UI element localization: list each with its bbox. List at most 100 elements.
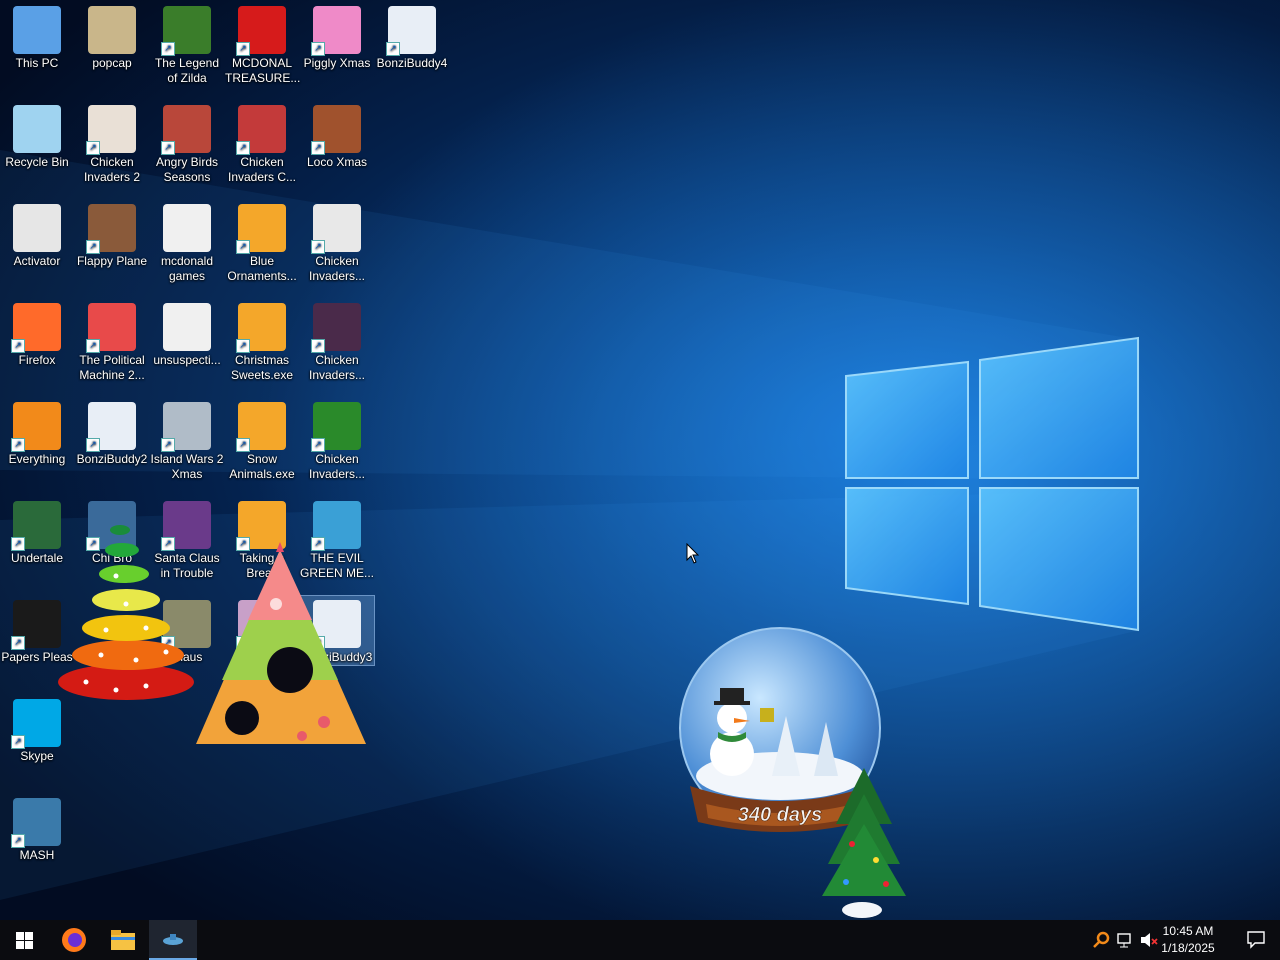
- shortcut-arrow-icon: ↗: [311, 42, 325, 56]
- search-everything-tray-icon[interactable]: [1092, 931, 1110, 949]
- icon-angry-birds-seasons[interactable]: ↗ Angry Birds Seasons: [150, 101, 224, 185]
- taskbar-firefox[interactable]: [50, 920, 98, 960]
- icon-label: Island Wars 2 Xmas: [150, 452, 224, 481]
- icon-label: Skype: [20, 749, 54, 763]
- icon-label: Recycle Bin: [5, 155, 69, 169]
- icon-label: Snow Animals.exe: [229, 452, 295, 481]
- shortcut-arrow-icon: ↗: [236, 141, 250, 155]
- icon-label: The Political Machine 2...: [79, 353, 145, 382]
- icon-snow-animals[interactable]: ↗ Snow Animals.exe: [225, 398, 299, 482]
- icon-bonzibuddy2[interactable]: ↗ BonziBuddy2: [75, 398, 149, 467]
- icon-label: Chicken Invaders C...: [227, 155, 297, 184]
- popcap-app-icon: [88, 6, 136, 54]
- icon-island-wars-2[interactable]: ↗ Island Wars 2 Xmas: [150, 398, 224, 482]
- chicken-invaders-c-app-icon: ↗: [236, 105, 286, 155]
- countdown-text: 340 days: [738, 804, 823, 826]
- icon-label: Blue Ornaments...: [227, 254, 297, 283]
- icon-everything[interactable]: ↗ Everything: [0, 398, 74, 467]
- shortcut-arrow-icon: ↗: [236, 438, 250, 452]
- everything-app-icon: ↗: [11, 402, 61, 452]
- icon-political-machine[interactable]: ↗ The Political Machine 2...: [75, 299, 149, 383]
- icon-label: Activator: [13, 254, 61, 268]
- shortcut-arrow-icon: ↗: [161, 42, 175, 56]
- shortcut-arrow-icon: ↗: [11, 438, 25, 452]
- icon-label: Firefox: [18, 353, 56, 367]
- icon-label: This PC: [15, 56, 59, 70]
- icon-flappy-plane[interactable]: ↗ Flappy Plane: [75, 200, 149, 269]
- icon-chicken-invaders-2[interactable]: ↗ Chicken Invaders 2: [75, 101, 149, 185]
- icon-bonzibuddy4[interactable]: ↗ BonziBuddy4: [375, 2, 449, 71]
- mcdonal-treasure-app-icon: ↗: [236, 6, 286, 56]
- shortcut-arrow-icon: ↗: [11, 834, 25, 848]
- network-icon[interactable]: [1116, 932, 1134, 948]
- icon-activator[interactable]: Activator: [0, 200, 74, 269]
- icon-label: BonziBuddy2: [76, 452, 148, 466]
- icon-chicken-invaders-r4c5[interactable]: ↗ Chicken Invaders...: [300, 299, 374, 383]
- activator-app-icon: [13, 204, 61, 252]
- clock-time: 10:45 AM: [1162, 924, 1214, 938]
- taskbar-mash[interactable]: [149, 920, 197, 960]
- icon-label: unsuspecti...: [153, 353, 221, 367]
- icon-label: Piggly Xmas: [303, 56, 371, 70]
- icon-blue-ornaments[interactable]: ↗ Blue Ornaments...: [225, 200, 299, 284]
- icon-loco-xmas[interactable]: ↗ Loco Xmas: [300, 101, 374, 170]
- icon-piggly-xmas[interactable]: ↗ Piggly Xmas: [300, 2, 374, 71]
- taskbar-file-explorer[interactable]: [99, 920, 147, 960]
- shortcut-arrow-icon: ↗: [311, 240, 325, 254]
- icon-label: BonziBuddy4: [376, 56, 448, 70]
- icon-recycle-bin[interactable]: Recycle Bin: [0, 101, 74, 170]
- spiral-christmas-tree-gadget: [58, 525, 194, 700]
- icon-legend-of-zilda[interactable]: ↗ The Legend of Zilda: [150, 2, 224, 86]
- mouse-cursor: [686, 543, 700, 564]
- icon-firefox[interactable]: ↗ Firefox: [0, 299, 74, 368]
- shortcut-arrow-icon: ↗: [386, 42, 400, 56]
- shortcut-arrow-icon: ↗: [161, 438, 175, 452]
- clock-date: 1/18/2025: [1161, 941, 1215, 955]
- icon-label: Loco Xmas: [306, 155, 368, 169]
- action-center-icon[interactable]: [1246, 929, 1266, 949]
- chicken-invaders-r5c5-app-icon: ↗: [311, 402, 361, 452]
- icon-label: mcdonald games: [160, 254, 214, 283]
- shortcut-arrow-icon: ↗: [161, 141, 175, 155]
- christmas-sweets-app-icon: ↗: [236, 303, 286, 353]
- icon-chicken-invaders-r3c5[interactable]: ↗ Chicken Invaders...: [300, 200, 374, 284]
- mash-app-icon: ↗: [11, 798, 61, 848]
- political-machine-app-icon: ↗: [86, 303, 136, 353]
- icon-mash[interactable]: ↗ MASH: [0, 794, 74, 863]
- mash-icon: [163, 934, 183, 945]
- loco-xmas-app-icon: ↗: [311, 105, 361, 155]
- chicken-invaders-2-app-icon: ↗: [86, 105, 136, 155]
- icon-label: Chicken Invaders...: [308, 254, 366, 283]
- shortcut-arrow-icon: ↗: [11, 537, 25, 551]
- icon-this-pc[interactable]: This PC: [0, 2, 74, 71]
- bonzibuddy4-app-icon: ↗: [386, 6, 436, 56]
- icon-unsuspecting[interactable]: unsuspecti...: [150, 299, 224, 368]
- taskbar-clock[interactable]: 10:45 AM 1/18/2025: [1156, 923, 1220, 957]
- icon-label: Chicken Invaders...: [308, 353, 366, 382]
- shortcut-arrow-icon: ↗: [11, 339, 25, 353]
- icon-label: Christmas Sweets.exe: [230, 353, 294, 382]
- icon-label: popcap: [92, 56, 132, 70]
- icon-label: Everything: [8, 452, 66, 466]
- legend-of-zilda-app-icon: ↗: [161, 6, 211, 56]
- snow-animals-app-icon: ↗: [236, 402, 286, 452]
- angry-birds-seasons-app-icon: ↗: [161, 105, 211, 155]
- icon-chicken-invaders-r5c5[interactable]: ↗ Chicken Invaders...: [300, 398, 374, 482]
- icon-popcap[interactable]: popcap: [75, 2, 149, 71]
- folder-icon: [111, 930, 135, 950]
- icon-label: Flappy Plane: [76, 254, 148, 268]
- icon-chicken-invaders-c[interactable]: ↗ Chicken Invaders C...: [225, 101, 299, 185]
- firefox-icon: [62, 928, 86, 952]
- icon-label: MASH: [19, 848, 55, 862]
- icon-mcdonald-games[interactable]: mcdonald games: [150, 200, 224, 284]
- bonzibuddy2-app-icon: ↗: [86, 402, 136, 452]
- icon-christmas-sweets[interactable]: ↗ Christmas Sweets.exe: [225, 299, 299, 383]
- icon-mcdonal-treasure[interactable]: ↗ MCDONAL TREASURE...: [225, 2, 300, 86]
- icon-label: The Legend of Zilda: [154, 56, 220, 85]
- system-tray: [1092, 920, 1158, 960]
- shortcut-arrow-icon: ↗: [86, 240, 100, 254]
- blue-ornaments-app-icon: ↗: [236, 204, 286, 254]
- start-button[interactable]: [0, 920, 48, 960]
- this-pc-app-icon: [13, 6, 61, 54]
- firefox-app-icon: ↗: [11, 303, 61, 353]
